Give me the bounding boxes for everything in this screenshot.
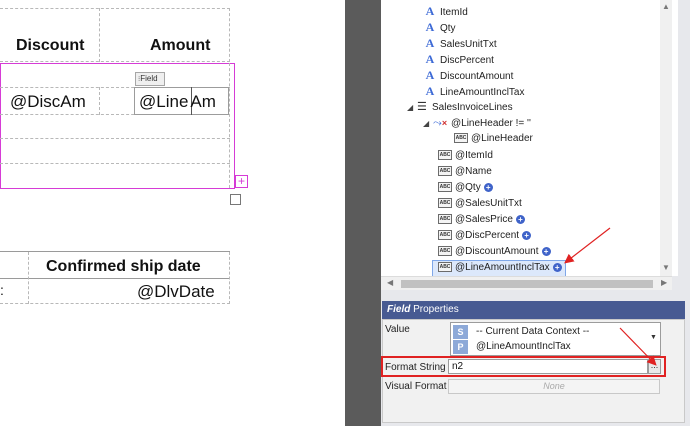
- abc-field-icon: ABC: [438, 198, 452, 209]
- tree-item[interactable]: A SalesUnitTxt: [424, 35, 497, 51]
- tree-item[interactable]: A ItemId: [424, 3, 468, 19]
- visual-format-input[interactable]: None: [448, 379, 660, 394]
- grid-line: [99, 87, 100, 115]
- tree-item[interactable]: A LineAmountInclTax: [424, 83, 525, 99]
- text-type-icon: A: [425, 52, 435, 66]
- tree-item[interactable]: ABC @DiscPercent +: [438, 228, 532, 244]
- table-border: [0, 251, 230, 252]
- format-plus-icon: +: [522, 230, 532, 240]
- cell-disc-amount[interactable]: @DiscAm: [10, 92, 86, 112]
- scroll-thumb[interactable]: [401, 280, 653, 288]
- tree-vertical-scrollbar[interactable]: ▲ ▼: [660, 0, 672, 276]
- grid-line: [229, 252, 230, 304]
- tree-item[interactable]: ABC @Qty +: [438, 180, 493, 196]
- condition-icon: ⤳×: [433, 117, 448, 129]
- path-icon: P: [453, 340, 468, 354]
- tree-item[interactable]: A DiscPercent: [424, 51, 494, 67]
- text-type-icon: A: [425, 36, 435, 50]
- tree-item-sales-invoice-lines[interactable]: ◢ ☰ SalesInvoiceLines: [407, 99, 513, 115]
- visual-format-label: Visual Format: [385, 381, 447, 392]
- field-tag[interactable]: ⁝Field: [135, 72, 165, 86]
- cell-line-amount[interactable]: @Line Am: [139, 92, 216, 112]
- cell-dlv-date[interactable]: @DlvDate: [137, 282, 215, 302]
- cell-stub: :: [0, 282, 4, 298]
- report-design-canvas[interactable]: Discount Amount ⁝Field @DiscAm @Line Am +…: [0, 0, 345, 426]
- tree-item[interactable]: ABC @ItemId: [438, 148, 493, 164]
- format-plus-icon: +: [515, 214, 525, 224]
- tree-item[interactable]: ABC @SalesUnitTxt: [438, 196, 522, 212]
- grid-line: [0, 138, 230, 139]
- abc-field-icon: ABC: [438, 214, 452, 225]
- tree-item[interactable]: ABC @SalesPrice +: [438, 212, 525, 228]
- tree-horizontal-scrollbar[interactable]: ◀ ▶: [381, 276, 672, 290]
- properties-title-bar: Field Properties: [382, 301, 685, 319]
- tree-item[interactable]: ABC @DiscountAmount +: [438, 244, 551, 260]
- column-header-amount: Amount: [150, 37, 211, 54]
- scroll-down-icon[interactable]: ▼: [662, 263, 670, 272]
- grid-line: [28, 252, 29, 304]
- value-label: Value: [385, 324, 410, 335]
- text-type-icon: A: [425, 4, 435, 18]
- format-plus-icon: +: [552, 262, 562, 272]
- format-plus-icon: +: [483, 182, 493, 192]
- grid-line: [0, 61, 230, 62]
- grid-line: [99, 8, 100, 62]
- grid-line: [229, 63, 230, 188]
- grid-line: [229, 8, 230, 62]
- scroll-right-icon[interactable]: ▶: [661, 278, 667, 287]
- list-icon: ☰: [417, 101, 427, 113]
- grid-line: [0, 163, 230, 164]
- tree-item[interactable]: A DiscountAmount: [424, 67, 514, 83]
- panel-divider: [345, 0, 381, 426]
- text-type-icon: A: [425, 84, 435, 98]
- add-row-button[interactable]: +: [235, 175, 248, 188]
- abc-field-icon: ABC: [438, 262, 452, 273]
- table-border: [0, 278, 230, 279]
- tree-item-selected[interactable]: ABC @LineAmountInclTax +: [438, 260, 562, 276]
- format-plus-icon: +: [541, 246, 551, 256]
- abc-field-icon: ABC: [438, 166, 452, 177]
- tree-item[interactable]: ABC @LineHeader: [454, 131, 533, 147]
- tree-item[interactable]: ABC @Name: [438, 164, 492, 180]
- tree-item[interactable]: A Qty: [424, 19, 456, 35]
- resize-handle[interactable]: [230, 194, 241, 205]
- data-context-icon: S: [453, 325, 468, 339]
- text-type-icon: A: [425, 20, 435, 34]
- expand-triangle-icon[interactable]: ◢: [423, 116, 433, 132]
- value-context-text: -- Current Data Context --: [476, 326, 590, 337]
- abc-field-icon: ABC: [438, 246, 452, 257]
- abc-field-icon: ABC: [438, 150, 452, 161]
- grid-line: [0, 303, 230, 304]
- grid-line: [0, 8, 230, 9]
- scroll-left-icon[interactable]: ◀: [387, 278, 393, 287]
- text-type-icon: A: [425, 68, 435, 82]
- value-path-text: @LineAmountInclTax: [476, 341, 571, 352]
- scroll-up-icon[interactable]: ▲: [662, 2, 670, 11]
- abc-field-icon: ABC: [438, 230, 452, 241]
- column-header-discount: Discount: [16, 37, 85, 54]
- highlight-box: [381, 356, 666, 377]
- abc-field-icon: ABC: [454, 133, 468, 144]
- tree-item-condition[interactable]: ◢ ⤳× @LineHeader != '': [423, 115, 531, 131]
- abc-field-icon: ABC: [438, 182, 452, 193]
- column-header-ship-date: Confirmed ship date: [46, 258, 201, 275]
- expand-triangle-icon[interactable]: ◢: [407, 100, 417, 116]
- chevron-down-icon[interactable]: ▼: [650, 334, 657, 341]
- selected-table-band[interactable]: [0, 63, 235, 189]
